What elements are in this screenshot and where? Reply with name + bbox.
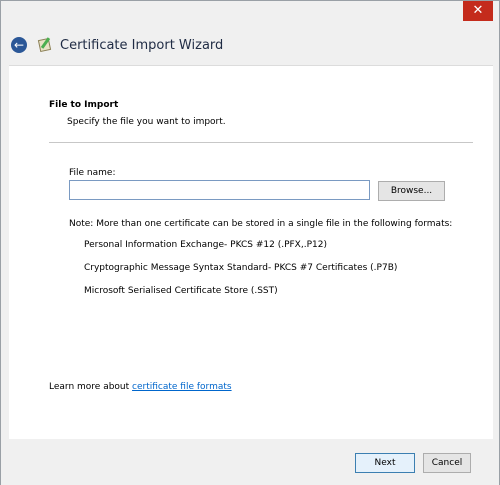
wizard-titlebar: ← Certificate Import Wizard bbox=[11, 34, 223, 56]
formats-note: Note: More than one certificate can be s… bbox=[69, 219, 453, 229]
format-item-pfx: Personal Information Exchange- PKCS #12 … bbox=[84, 240, 327, 250]
cancel-button[interactable]: Cancel bbox=[423, 453, 471, 473]
back-icon: ← bbox=[13, 38, 25, 52]
next-button[interactable]: Next bbox=[355, 453, 415, 473]
learn-more-prefix: Learn more about bbox=[49, 382, 133, 392]
browse-button[interactable]: Browse... bbox=[378, 181, 445, 201]
close-icon: ✕ bbox=[472, 3, 484, 18]
format-item-sst: Microsoft Serialised Certificate Store (… bbox=[84, 286, 278, 296]
back-button[interactable]: ← bbox=[11, 37, 27, 53]
certificate-file-formats-link[interactable]: certificate file formats bbox=[132, 382, 232, 392]
learn-more-text: Learn more about certificate file format… bbox=[49, 382, 232, 392]
close-button[interactable]: ✕ bbox=[463, 1, 493, 21]
certificate-icon bbox=[37, 37, 53, 53]
page-subtitle: Specify the file you want to import. bbox=[67, 117, 226, 127]
window-frame: ✕ ← Certificate Import Wizard bbox=[1, 1, 499, 65]
certificate-import-wizard-window: ✕ ← Certificate Import Wizard File to Im… bbox=[0, 0, 500, 485]
format-item-p7b: Cryptographic Message Syntax Standard- P… bbox=[84, 263, 398, 273]
file-name-input[interactable] bbox=[69, 180, 370, 200]
wizard-content: File to Import Specify the file you want… bbox=[9, 65, 493, 439]
page-title: File to Import bbox=[49, 100, 119, 110]
file-name-label: File name: bbox=[69, 168, 116, 178]
window-title: Certificate Import Wizard bbox=[60, 37, 224, 53]
divider bbox=[49, 142, 473, 143]
